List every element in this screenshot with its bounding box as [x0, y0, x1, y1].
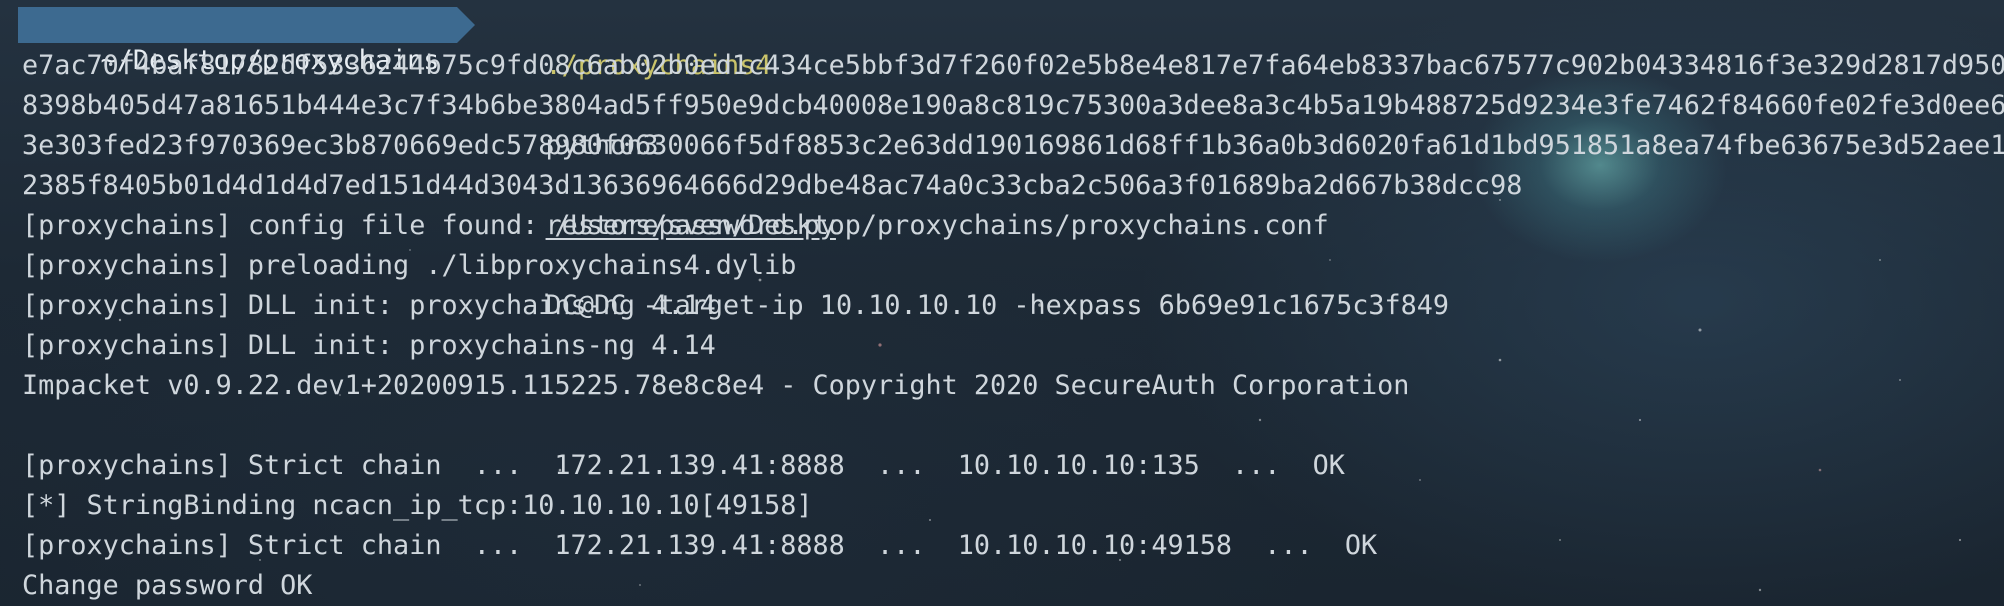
- output-line: [proxychains] preloading ./libproxychain…: [22, 250, 797, 281]
- terminal-window[interactable]: ~/Desktop/proxychains ./proxychains4 pyt…: [0, 0, 2004, 606]
- hexpass-line: 8398b405d47a81651b444e3c7f34b6be3804ad5f…: [22, 90, 2004, 121]
- output-line: Impacket v0.9.22.dev1+20200915.115225.78…: [22, 370, 1410, 401]
- prompt-arrow-icon: [457, 7, 475, 43]
- output-line: Change password OK: [22, 570, 313, 601]
- command-line[interactable]: ./proxychains4 python3 restorepassword.p…: [481, 6, 1449, 321]
- output-line: [proxychains] DLL init: proxychains-ng 4…: [22, 330, 716, 361]
- hexpass-line: e7ac70f4baf81782df5336244b75c9fd08c6ab02…: [22, 50, 2004, 81]
- output-line: [proxychains] DLL init: proxychains-ng 4…: [22, 290, 716, 321]
- output-line: [proxychains] Strict chain ... 172.21.13…: [22, 530, 1378, 561]
- hexpass-line: 2385f8405b01d4d1d4d7ed151d44d3043d136369…: [22, 170, 1523, 201]
- output-line: [proxychains] config file found: /Users/…: [22, 210, 1329, 241]
- hexpass-line: 3e303fed23f970369ec3b870669edc578980f063…: [22, 130, 2004, 161]
- output-line: [*] StringBinding ncacn_ip_tcp:10.10.10.…: [22, 490, 813, 521]
- output-line: [proxychains] Strict chain ... 172.21.13…: [22, 450, 1345, 481]
- prompt-cwd-segment: ~/Desktop/proxychains: [18, 7, 458, 76]
